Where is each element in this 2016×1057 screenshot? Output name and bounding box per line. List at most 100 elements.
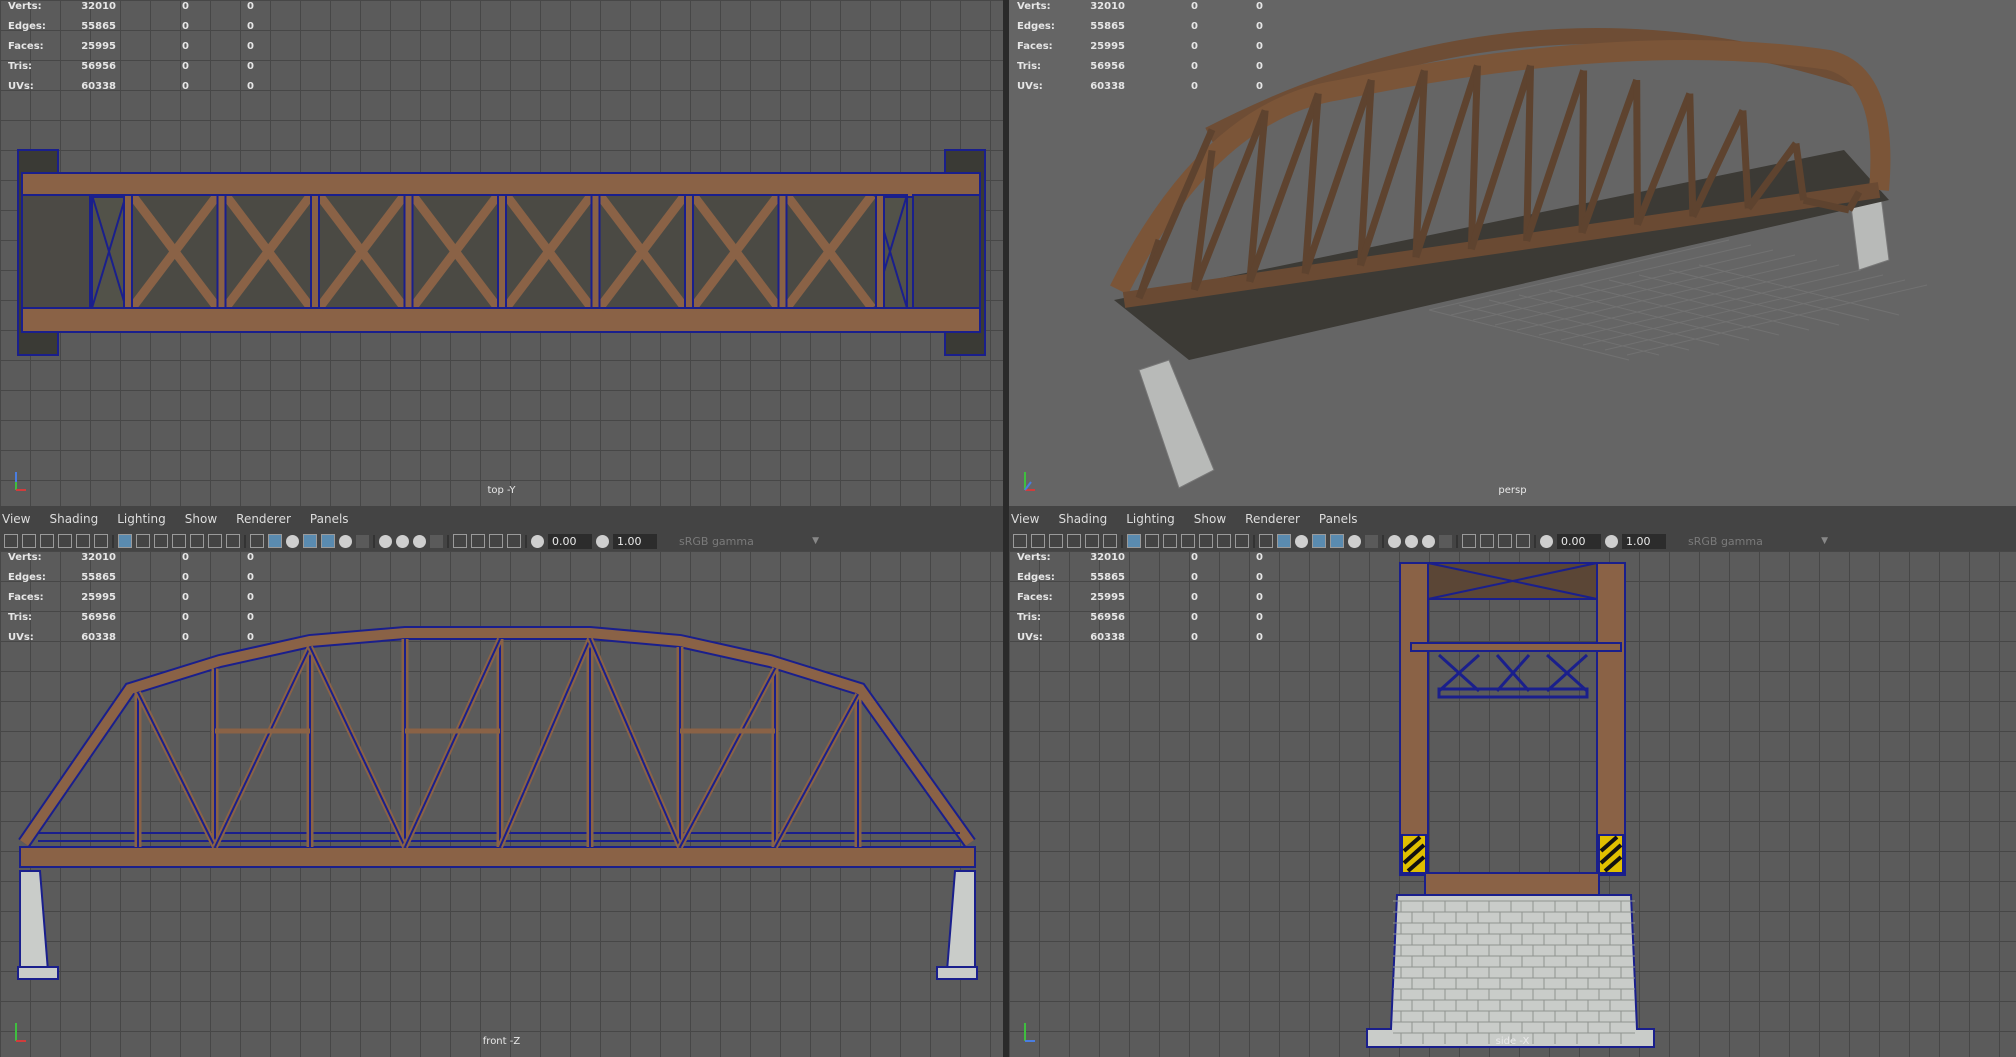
bookmark-icon[interactable]: [40, 534, 54, 548]
shadows-icon[interactable]: [356, 534, 369, 548]
xray-joints-icon[interactable]: [1498, 534, 1512, 548]
toolbar-separator: [112, 534, 114, 548]
use-all-lights-icon[interactable]: [339, 534, 352, 548]
safe-title-icon[interactable]: [1235, 534, 1249, 548]
safe-action-icon[interactable]: [208, 534, 222, 548]
exposure-icon: [1540, 534, 1553, 548]
gamma-field[interactable]: 1.00: [613, 533, 657, 549]
xray-joints-icon[interactable]: [489, 534, 503, 548]
viewport-front[interactable]: Verts: 32010 0 0 Edges: 55865 0 0 Faces: 25995 0…: [0, 551, 1003, 1057]
viewport-divider[interactable]: [1003, 0, 1009, 1057]
camera-attributes-icon[interactable]: [22, 534, 36, 548]
hud-row-edges: Edges: 55865 0 0: [1017, 572, 1263, 583]
default-material-icon[interactable]: [286, 534, 299, 548]
motion-blur-icon[interactable]: [1405, 534, 1418, 548]
field-chart-icon[interactable]: [190, 534, 204, 548]
wireframe-on-shaded-icon[interactable]: [303, 534, 317, 548]
film-gate-icon[interactable]: [136, 534, 150, 548]
colorspace-dropdown[interactable]: sRGB gamma ▼: [661, 534, 819, 549]
menu-shading[interactable]: Shading: [49, 512, 98, 526]
resolution-gate-icon[interactable]: [154, 534, 168, 548]
menu-shading[interactable]: Shading: [1058, 512, 1107, 526]
menu-renderer[interactable]: Renderer: [1245, 512, 1300, 526]
two-d-pan-zoom-icon[interactable]: [76, 534, 90, 548]
camera-select-icon[interactable]: [4, 534, 18, 548]
menu-lighting[interactable]: Lighting: [117, 512, 166, 526]
wireframe-icon[interactable]: [1259, 534, 1273, 548]
xray-icon[interactable]: [1480, 534, 1494, 548]
menu-view[interactable]: View: [2, 512, 30, 526]
screen-space-ao-icon[interactable]: [1388, 534, 1401, 548]
colorspace-value: sRGB gamma: [679, 534, 754, 548]
gate-mask-icon[interactable]: [1181, 534, 1195, 548]
grid-toggle-icon[interactable]: [1127, 534, 1141, 548]
smooth-shade-icon[interactable]: [268, 534, 282, 548]
multisample-aa-icon[interactable]: [413, 534, 426, 548]
hud-row-uvs: UVs: 60338 0 0: [1017, 81, 1263, 92]
viewport-top[interactable]: Verts: 32010 0 0 Edges: 55865 0 0 Faces: 25995 0…: [0, 0, 1003, 506]
grid-toggle-icon[interactable]: [118, 534, 132, 548]
menu-show[interactable]: Show: [1194, 512, 1226, 526]
isolate-select-icon[interactable]: [1462, 534, 1476, 548]
toolbar-separator: [373, 534, 375, 548]
camera-label: front -Z: [482, 1036, 521, 1047]
hud-row-tris: Tris: 56956 0 0: [8, 61, 254, 72]
xray-components-icon[interactable]: [1516, 534, 1530, 548]
toolbar-separator: [447, 534, 449, 548]
hud-row-edges: Edges: 55865 0 0: [1017, 21, 1263, 32]
camera-label: persp: [1498, 485, 1527, 496]
grease-pencil-icon[interactable]: [1103, 534, 1117, 548]
menu-view[interactable]: View: [1011, 512, 1039, 526]
toolbar-separator: [1456, 534, 1458, 548]
grease-pencil-icon[interactable]: [94, 534, 108, 548]
safe-title-icon[interactable]: [226, 534, 240, 548]
camera-attributes-icon[interactable]: [1031, 534, 1045, 548]
camera-select-icon[interactable]: [1013, 534, 1027, 548]
depth-of-field-icon[interactable]: [1439, 534, 1452, 548]
gate-mask-icon[interactable]: [172, 534, 186, 548]
depth-of-field-icon[interactable]: [430, 534, 443, 548]
exposure-field[interactable]: 0.00: [548, 533, 592, 549]
menu-lighting[interactable]: Lighting: [1126, 512, 1175, 526]
two-d-pan-zoom-icon[interactable]: [1085, 534, 1099, 548]
gamma-field[interactable]: 1.00: [1622, 533, 1666, 549]
xray-components-icon[interactable]: [507, 534, 521, 548]
isolate-select-icon[interactable]: [453, 534, 467, 548]
resolution-gate-icon[interactable]: [1163, 534, 1177, 548]
menu-panels[interactable]: Panels: [310, 512, 349, 526]
menu-show[interactable]: Show: [185, 512, 217, 526]
motion-blur-icon[interactable]: [396, 534, 409, 548]
wireframe-on-shaded-icon[interactable]: [1312, 534, 1326, 548]
textured-icon[interactable]: [321, 534, 335, 548]
xray-icon[interactable]: [471, 534, 485, 548]
screen-space-ao-icon[interactable]: [379, 534, 392, 548]
use-all-lights-icon[interactable]: [1348, 534, 1361, 548]
panel-toolbar: 0.00 1.00 sRGB gamma ▼: [1013, 532, 2012, 550]
gamma-icon: [596, 534, 609, 548]
exposure-field[interactable]: 0.00: [1557, 533, 1601, 549]
safe-action-icon[interactable]: [1217, 534, 1231, 548]
panel-menu: View Shading Lighting Show Renderer Pane…: [1009, 506, 1375, 531]
shadows-icon[interactable]: [1365, 534, 1378, 548]
gamma-icon: [1605, 534, 1618, 548]
image-plane-icon[interactable]: [58, 534, 72, 548]
bookmark-icon[interactable]: [1049, 534, 1063, 548]
hud-row-faces: Faces: 25995 0 0: [1017, 592, 1263, 603]
menu-panels[interactable]: Panels: [1319, 512, 1358, 526]
menu-renderer[interactable]: Renderer: [236, 512, 291, 526]
textured-icon[interactable]: [1330, 534, 1344, 548]
toolbar-separator: [244, 534, 246, 548]
film-gate-icon[interactable]: [1145, 534, 1159, 548]
field-chart-icon[interactable]: [1199, 534, 1213, 548]
viewport-side[interactable]: Verts: 32010 0 0 Edges: 55865 0 0 Faces: 25995 0…: [1009, 551, 2016, 1057]
colorspace-dropdown[interactable]: sRGB gamma ▼: [1670, 534, 1828, 549]
panel-menu-bar-left: View Shading Lighting Show Renderer Pane…: [0, 506, 1003, 551]
hud-row-uvs: UVs: 60338 0 0: [8, 632, 254, 643]
viewport-persp[interactable]: Verts: 32010 0 0 Edges: 55865 0 0 Faces: 25995 0…: [1009, 0, 2016, 506]
default-material-icon[interactable]: [1295, 534, 1308, 548]
smooth-shade-icon[interactable]: [1277, 534, 1291, 548]
wireframe-icon[interactable]: [250, 534, 264, 548]
panel-menu: View Shading Lighting Show Renderer Pane…: [0, 506, 366, 531]
multisample-aa-icon[interactable]: [1422, 534, 1435, 548]
image-plane-icon[interactable]: [1067, 534, 1081, 548]
